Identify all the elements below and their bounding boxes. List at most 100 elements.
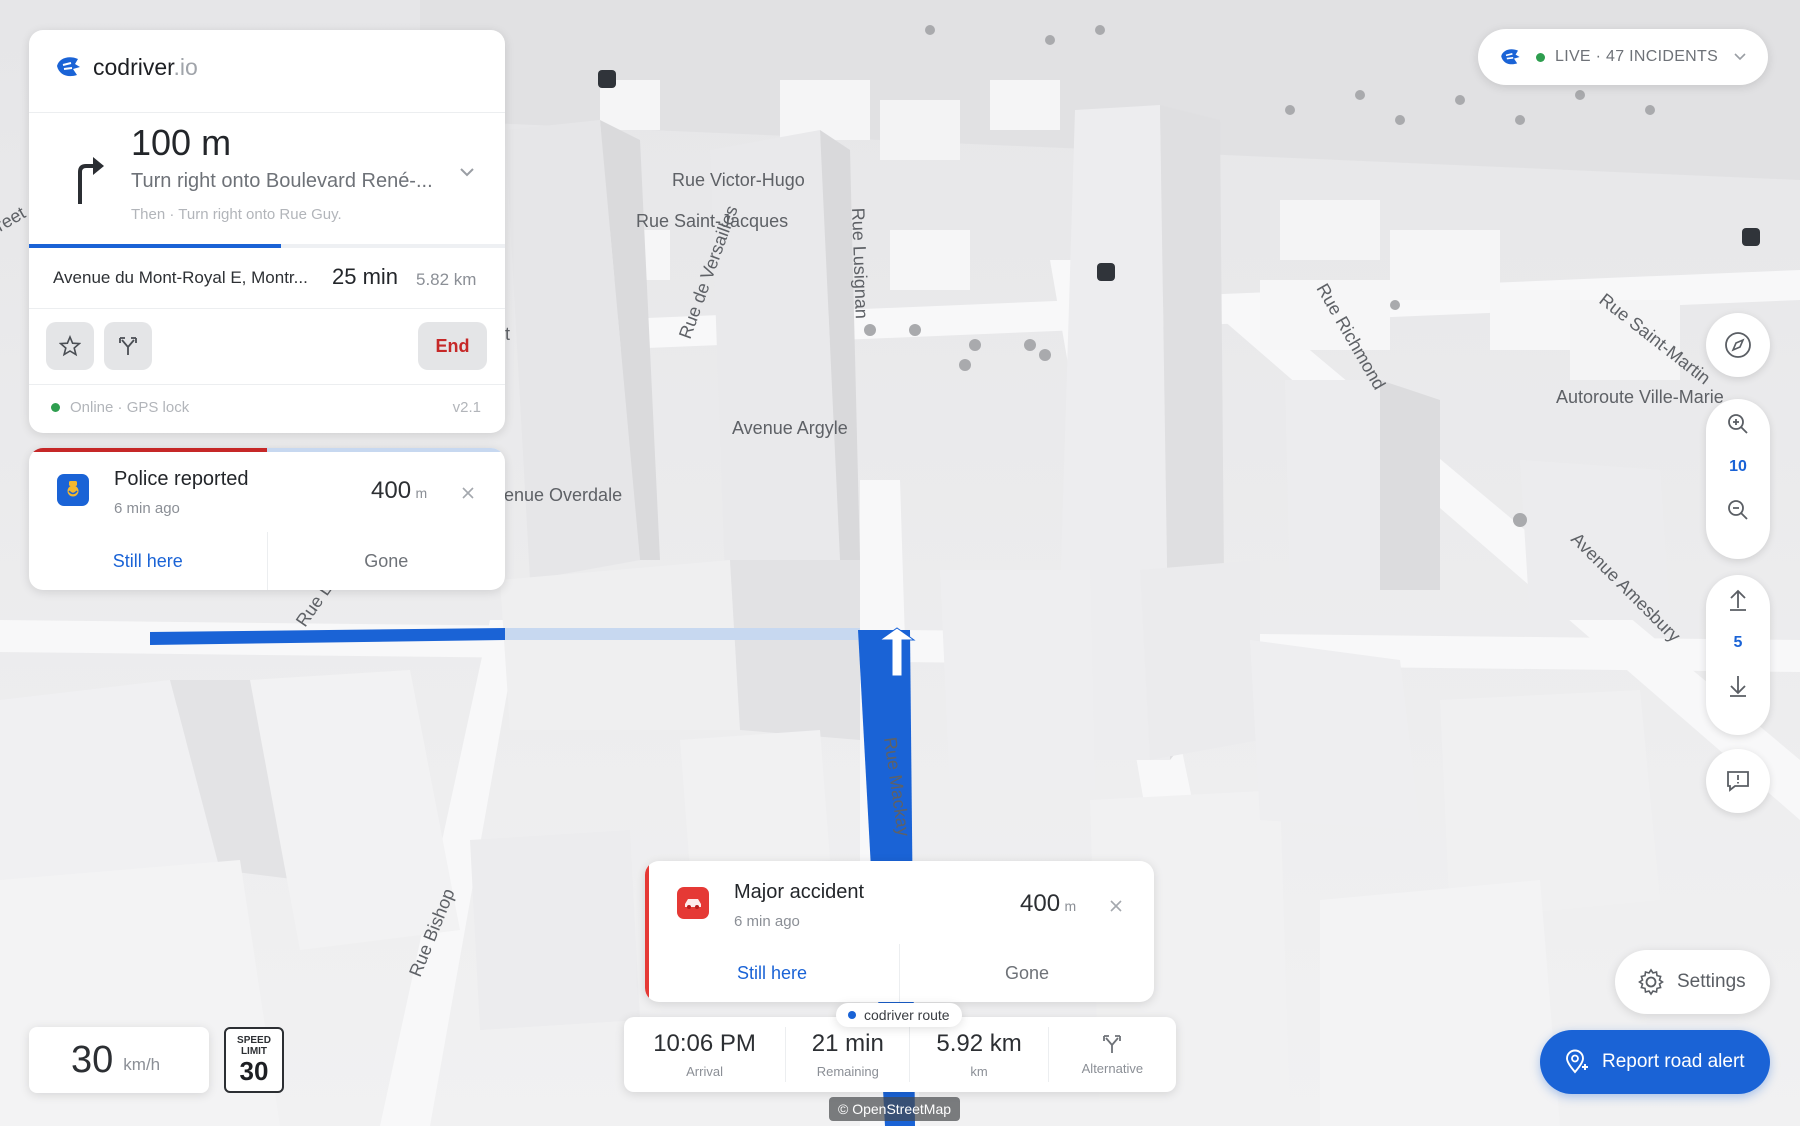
zoom-control: 10 (1706, 399, 1770, 559)
maneuver-instruction: Turn right onto Boulevard René-... (131, 170, 433, 192)
alternative-button[interactable]: Alternative (1049, 1017, 1176, 1092)
compass-icon (1725, 332, 1751, 358)
online-dot-icon (51, 403, 60, 412)
report-road-alert-button[interactable]: Report road alert (1540, 1030, 1770, 1094)
pitch-control: 5 (1706, 575, 1770, 735)
chevron-down-icon (1734, 53, 1746, 61)
speed-limit-value: 30 (239, 1056, 269, 1086)
fork-route-icon (1103, 1035, 1122, 1053)
maneuver-then: Then · Turn right onto Rue Guy. (131, 206, 342, 223)
trip-summary-bar: 10:06 PM Arrival 21 min Remaining 5.92 k… (624, 1017, 1176, 1092)
arrow-up-icon (1730, 589, 1746, 611)
alert-distance: 400 (371, 477, 412, 504)
distance-label: km (970, 1064, 988, 1079)
fork-route-icon (119, 337, 137, 355)
close-icon[interactable] (1109, 899, 1123, 913)
distance-stat: 5.92 km km (910, 1027, 1049, 1082)
route-progress-bar (29, 244, 505, 248)
compass-button[interactable] (1706, 313, 1770, 377)
pitch-up-button[interactable] (1706, 575, 1770, 625)
eta-distance: 5.82 km (416, 270, 477, 289)
navigation-panel: codriver.io 100 m Turn right onto Boulev… (29, 30, 505, 433)
location-alert-icon (1566, 1049, 1588, 1074)
brand-suffix: .io (173, 53, 198, 80)
turn-right-icon (78, 157, 104, 204)
still-here-button[interactable]: Still here (645, 944, 900, 1002)
police-badge (57, 474, 89, 506)
remaining-label: Remaining (816, 1064, 879, 1079)
speed-value: 30 (71, 1038, 114, 1081)
close-icon[interactable] (461, 486, 475, 500)
arrow-down-icon (1730, 676, 1746, 697)
report-label: Report road alert (1602, 1051, 1745, 1072)
arrival-label: Arrival (686, 1064, 723, 1079)
remaining-time: 21 min (811, 1030, 884, 1057)
status-text: Online · GPS lock (70, 399, 190, 416)
brand: codriver.io (53, 52, 198, 82)
zoom-level: 10 (1729, 458, 1747, 475)
accident-badge (677, 887, 709, 919)
expand-chevron-icon[interactable] (459, 166, 475, 178)
message-alert-icon (1727, 771, 1749, 792)
pitch-level: 5 (1733, 634, 1743, 651)
police-icon (67, 481, 79, 497)
arrival-time: 10:06 PM (653, 1030, 756, 1057)
alert-timer-bar (29, 448, 505, 452)
still-here-button[interactable]: Still here (29, 532, 268, 590)
route-dot-icon (848, 1011, 856, 1019)
live-dot-icon (1536, 52, 1545, 62)
live-incidents-pill[interactable]: LIVE · 47 INCIDENTS (1478, 29, 1768, 85)
end-route-button[interactable]: End (418, 322, 487, 370)
street-label: Rue Saint-Jacques (636, 211, 788, 231)
route-progress-fill (29, 244, 282, 248)
app-version: v2.1 (452, 399, 481, 416)
route-tag-label: codriver route (864, 1007, 950, 1023)
settings-button[interactable]: Settings (1615, 950, 1770, 1014)
codriver-logo-icon (1501, 49, 1520, 65)
destination: Avenue du Mont-Royal E, Montr... (53, 268, 308, 287)
alert-actions: Still here Gone (645, 944, 1154, 1002)
street-label: Rue Lusignan (848, 207, 872, 319)
remaining-stat: 21 min Remaining (786, 1027, 911, 1082)
street-label: Autoroute Ville-Marie (1556, 387, 1724, 407)
alert-title: Police reported (114, 468, 249, 490)
maneuver-distance: 100 m (131, 122, 232, 163)
alternative-route-button[interactable] (104, 322, 152, 370)
alert-time: 6 min ago (734, 913, 800, 930)
speed-limit-sign: SPEED LIMIT 30 (224, 1027, 284, 1093)
zoom-out-button[interactable] (1706, 485, 1770, 535)
speed-unit: km/h (123, 1055, 161, 1074)
police-alert-card: Police reported 6 min ago 400 m Still he… (29, 448, 505, 590)
codriver-logo-icon (57, 57, 80, 77)
feedback-button[interactable] (1706, 749, 1770, 813)
zoom-in-button[interactable] (1706, 399, 1770, 449)
current-speed: 30 km/h (29, 1027, 209, 1093)
gone-button[interactable]: Gone (900, 944, 1154, 1002)
zoom-out-icon (1728, 500, 1748, 520)
alternative-label: Alternative (1081, 1061, 1144, 1076)
street-label: t (505, 324, 510, 344)
osm-attribution[interactable]: © OpenStreetMap (829, 1097, 961, 1121)
car-crash-icon (685, 899, 701, 909)
street-label: Rue Victor-Hugo (672, 170, 805, 190)
pitch-down-button[interactable] (1706, 661, 1770, 711)
arrival-stat: 10:06 PM Arrival (624, 1027, 787, 1082)
connection-status: Online · GPS lock (51, 399, 189, 416)
eta-time: 25 min (332, 264, 399, 289)
settings-label: Settings (1677, 971, 1746, 992)
route-tag: codriver route (836, 1003, 962, 1027)
alert-time: 6 min ago (114, 500, 180, 517)
remaining-distance: 5.92 km (936, 1030, 1022, 1057)
favorite-button[interactable] (46, 322, 94, 370)
alert-title: Major accident (734, 881, 865, 903)
star-icon (59, 335, 81, 357)
alert-distance-unit: m (415, 485, 428, 501)
street-label: Avenue Argyle (732, 418, 848, 438)
accident-alert-card: Major accident 6 min ago 400 m Still her… (645, 861, 1154, 1002)
alert-distance: 400 (1020, 890, 1061, 917)
street-label: enue Overdale (504, 485, 622, 505)
gone-button[interactable]: Gone (268, 532, 506, 590)
speed-limit-label: SPEED (237, 1035, 271, 1046)
brand-name: codriver (93, 53, 174, 80)
alert-actions: Still here Gone (29, 532, 505, 590)
